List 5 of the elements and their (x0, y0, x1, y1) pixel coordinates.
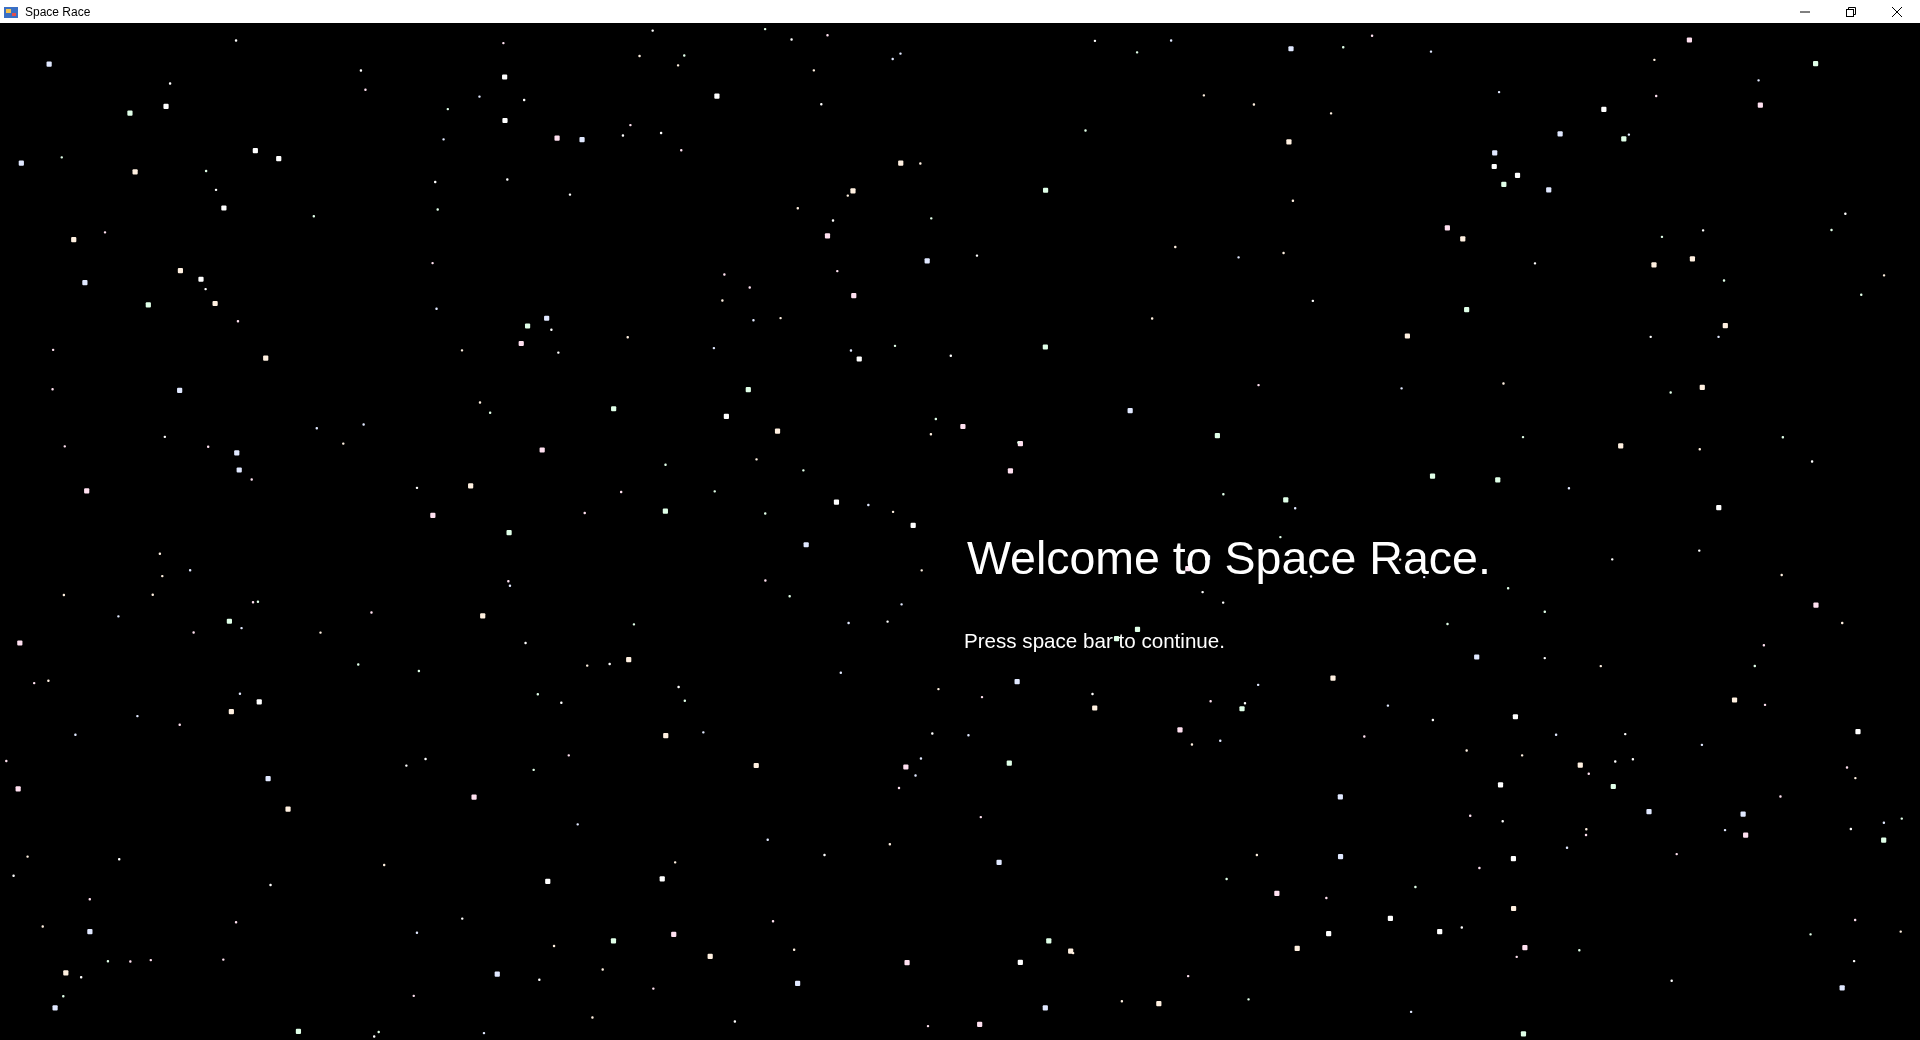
close-icon (1892, 6, 1902, 17)
continue-prompt: Press space bar to continue. (964, 629, 1225, 653)
restore-icon (1846, 6, 1856, 17)
welcome-heading: Welcome to Space Race. (967, 531, 1491, 585)
window-title: Space Race (25, 4, 92, 19)
